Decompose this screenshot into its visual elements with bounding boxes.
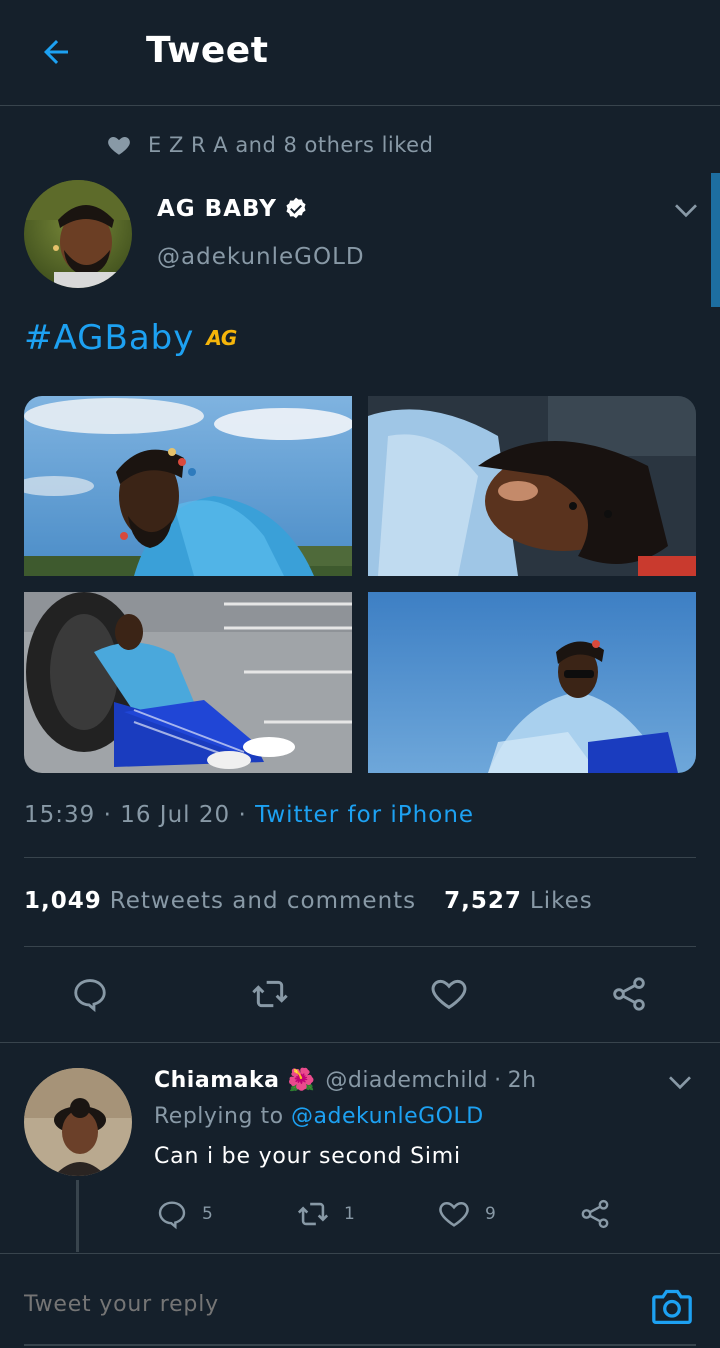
- tweet-options-chevron-icon[interactable]: [670, 194, 702, 226]
- tweet-time: 15:39: [24, 802, 96, 828]
- comment-icon: [158, 1201, 186, 1230]
- tweet-timestamp-row: 15:39 · 16 Jul 20 · Twitter for iPhone: [24, 802, 475, 828]
- like-button[interactable]: [421, 966, 477, 1022]
- ag-hashflag-icon: AG: [206, 326, 237, 350]
- tweet-source-link[interactable]: Twitter for iPhone: [255, 802, 474, 828]
- reply-retweet-button[interactable]: 1: [296, 1196, 355, 1232]
- retweet-icon: [297, 1202, 329, 1226]
- likes-stat[interactable]: 7,527 Likes: [444, 888, 593, 914]
- arrow-left-icon: [44, 40, 68, 64]
- tweet-text: #AGBaby AG: [24, 318, 237, 358]
- tweet-photo-2[interactable]: [368, 396, 696, 576]
- comment-icon: [74, 979, 106, 1013]
- share-icon: [613, 977, 645, 1011]
- social-context-text: E Z R A and 8 others liked: [148, 133, 434, 157]
- reply-author-name: Chiamaka: [154, 1068, 280, 1093]
- divider: [24, 946, 696, 947]
- hibiscus-emoji-icon: 🌺: [287, 1068, 316, 1093]
- author-avatar[interactable]: [24, 180, 132, 288]
- replying-to: Replying to @adekunleGOLD: [154, 1104, 484, 1129]
- tweet-photo-3[interactable]: [24, 592, 352, 773]
- heart-outline-icon: [431, 979, 467, 1010]
- retweet-button[interactable]: [242, 966, 298, 1022]
- verified-badge-icon: [286, 197, 306, 219]
- heart-outline-icon: [439, 1201, 469, 1227]
- tweet-photo-4[interactable]: [368, 592, 696, 773]
- camera-icon: [652, 1289, 692, 1324]
- heart-icon: [108, 136, 130, 155]
- author-handle[interactable]: @adekunleGOLD: [157, 244, 365, 270]
- likes-count: 7,527: [444, 888, 522, 914]
- divider: [0, 1042, 720, 1043]
- reply-like-count: 9: [485, 1204, 496, 1224]
- reply-comment-count: 5: [202, 1204, 213, 1224]
- reply-share-button[interactable]: [578, 1196, 612, 1232]
- likes-label: Likes: [529, 888, 593, 914]
- thread-connector: [76, 1180, 79, 1252]
- tweet-stats-row: 1,049 Retweets and comments 7,527 Likes: [24, 888, 593, 914]
- reply-button[interactable]: [62, 966, 118, 1022]
- scrollbar-thumb[interactable]: [711, 173, 720, 307]
- share-button[interactable]: [601, 966, 657, 1022]
- retweets-label: Retweets and comments: [109, 888, 417, 914]
- share-icon: [581, 1199, 609, 1229]
- retweets-count: 1,049: [24, 888, 102, 914]
- camera-button[interactable]: [650, 1286, 694, 1326]
- tweet-photo-1[interactable]: [24, 396, 352, 576]
- reply-author-handle: @diademchild: [325, 1068, 489, 1093]
- reply-text: Can i be your second Simi: [154, 1144, 461, 1169]
- hashtag-link[interactable]: #AGBaby: [24, 318, 194, 358]
- social-context: E Z R A and 8 others liked: [106, 130, 433, 160]
- author-name[interactable]: AG BABY: [157, 196, 309, 222]
- retweets-stat[interactable]: 1,049 Retweets and comments: [24, 888, 416, 914]
- replying-to-prefix: Replying to: [154, 1104, 284, 1129]
- divider: [24, 857, 696, 858]
- tweet-date: 16 Jul 20: [120, 802, 231, 828]
- compose-underline: [24, 1344, 696, 1346]
- author-name-text: AG BABY: [157, 196, 277, 222]
- reply-comment-button[interactable]: 5: [156, 1196, 213, 1232]
- top-app-bar: Tweet: [0, 0, 720, 106]
- reply-like-button[interactable]: 9: [437, 1196, 496, 1232]
- page-title: Tweet: [146, 30, 269, 71]
- reply-compose-bar: [0, 1253, 720, 1348]
- tweet-reply-input[interactable]: [24, 1292, 584, 1317]
- reply-time: 2h: [507, 1068, 537, 1093]
- retweet-icon: [252, 980, 288, 1008]
- reply-retweet-count: 1: [344, 1204, 355, 1224]
- reply-author-avatar[interactable]: [24, 1068, 132, 1176]
- reply-author-row[interactable]: Chiamaka 🌺 @diademchild · 2h: [154, 1068, 537, 1093]
- back-button[interactable]: [32, 28, 80, 76]
- reply-options-chevron-icon[interactable]: [664, 1066, 696, 1098]
- replying-to-handle-link[interactable]: @adekunleGOLD: [291, 1104, 484, 1129]
